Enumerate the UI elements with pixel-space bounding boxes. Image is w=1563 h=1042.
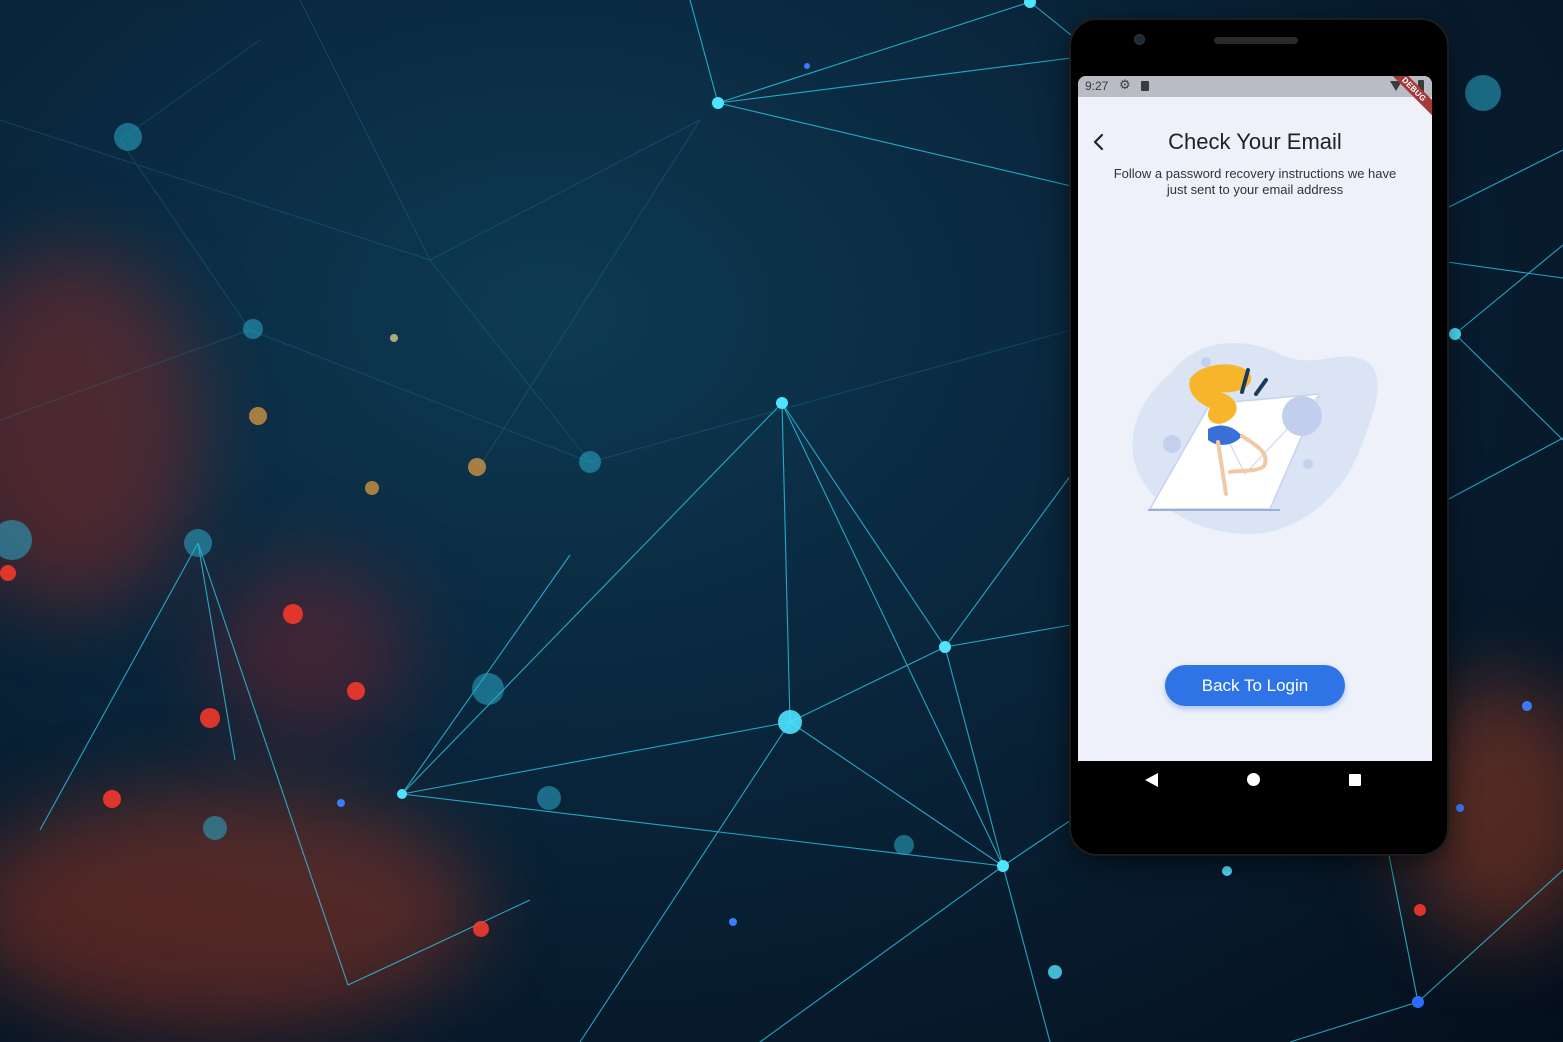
page-subtitle: Follow a password recovery instructions … [1113, 166, 1397, 197]
phone-frame: 9:27 ⚙ DEBUG Check Your Email Follow a p… [1071, 20, 1447, 854]
page-title: Check Your Email [1168, 129, 1342, 154]
email-illustration [1132, 342, 1378, 534]
circle-home-icon[interactable] [1247, 773, 1260, 786]
status-time: 9:27 [1085, 79, 1109, 93]
triangle-back-icon[interactable] [1145, 773, 1158, 787]
speaker-grille [1214, 37, 1298, 44]
back-to-login-button[interactable]: Back To Login [1165, 665, 1345, 706]
square-recents-icon[interactable] [1349, 774, 1361, 786]
camera-icon [1134, 34, 1145, 45]
android-nav-bar [1078, 761, 1432, 803]
status-bar: 9:27 ⚙ DEBUG [1078, 76, 1432, 121]
app-screen: 9:27 ⚙ DEBUG Check Your Email Follow a p… [1078, 76, 1432, 761]
sd-card-icon [1141, 81, 1149, 91]
gear-icon: ⚙ [1119, 77, 1131, 92]
